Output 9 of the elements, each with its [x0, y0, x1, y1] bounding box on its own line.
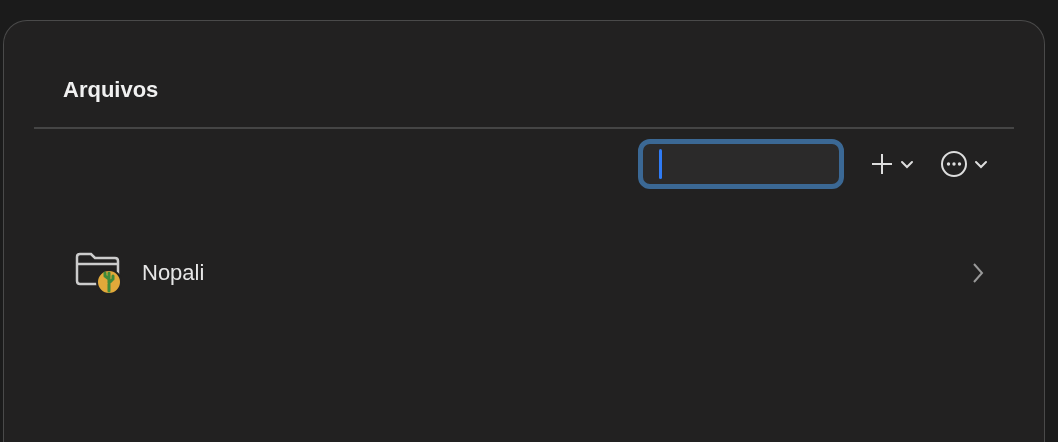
search-field[interactable] — [638, 139, 844, 189]
chevron-down-icon — [974, 159, 988, 169]
folder-name[interactable]: Nopali — [142, 260, 972, 286]
ellipsis-circle-icon — [940, 150, 968, 178]
chevron-down-icon — [900, 159, 914, 169]
chevron-right-icon[interactable] — [972, 262, 984, 284]
window-title: Arquivos — [62, 76, 160, 104]
plus-icon — [870, 152, 894, 176]
text-cursor — [659, 149, 662, 179]
